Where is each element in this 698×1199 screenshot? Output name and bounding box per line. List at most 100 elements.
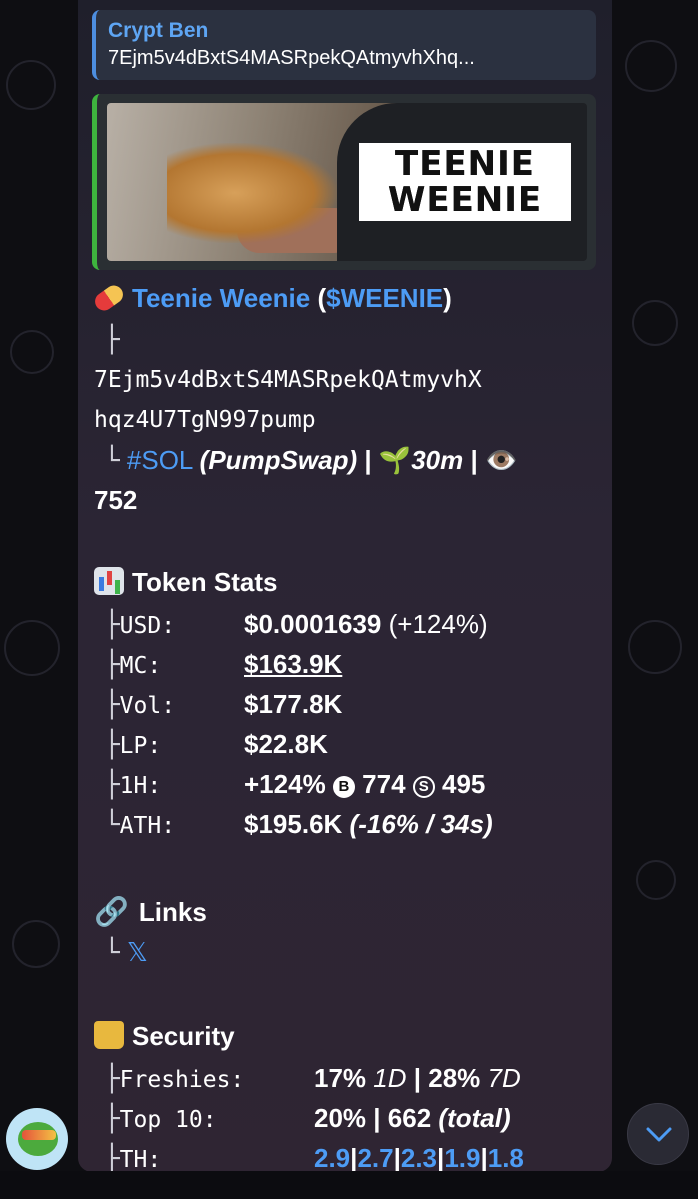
stat-value-usd: $0.0001639 (+124%) [244, 608, 488, 640]
chain-hashtag[interactable]: #SOL [127, 445, 193, 475]
token-stats-label: Token Stats [132, 567, 278, 597]
stat-label: LP: [119, 733, 162, 759]
top10-values: 20% | 662 (total) [314, 1102, 511, 1134]
holder-link[interactable]: 1.8 [488, 1143, 524, 1172]
buys-icon: B [332, 776, 355, 798]
x-link[interactable]: 𝕏 [127, 937, 148, 967]
top10-percent: 20% [314, 1103, 367, 1133]
holder-link[interactable]: 2.3 [401, 1143, 437, 1172]
security-label: Security [132, 1021, 235, 1051]
image-dog [167, 143, 337, 243]
sells-count: 495 [442, 769, 486, 799]
seedling-icon: 🌱 [378, 445, 412, 475]
reply-text: 7Ejm5v4dBxtS4MASRpekQAtmyvhXhq... [108, 47, 475, 69]
ath-stats: $195.6K (-16% / 34s) [244, 808, 493, 840]
holders-total: 662 [387, 1103, 432, 1133]
holder-link[interactable]: 2.9 [314, 1143, 350, 1172]
market-cap-link[interactable]: $163.9K [244, 648, 342, 680]
tree-branch: ├ [104, 325, 120, 355]
image-caption: TEENIE WEENIE [359, 143, 571, 221]
separator: | [357, 445, 379, 475]
security-row-th: ├TH: [104, 1142, 161, 1172]
stats-row-lp: ├LP: [104, 728, 161, 762]
scroll-to-bottom-button[interactable] [627, 1103, 689, 1165]
stat-label: USD: [119, 613, 176, 639]
separator: | [480, 1143, 488, 1172]
token-address-line1[interactable]: 7Ejm5v4dBxtS4MASRpekQAtmyvhX [94, 364, 482, 396]
volume-value: $177.8K [244, 689, 343, 719]
tree-branch: ├ [104, 690, 120, 720]
stat-label: Vol: [119, 693, 176, 719]
top-holders-values: 2.9|2.7|2.3|1.9|1.8 [314, 1142, 524, 1172]
usd-change: (+124%) [381, 609, 488, 639]
stats-row-usd: ├USD: [104, 608, 175, 642]
links-row: └ 𝕏 [104, 936, 148, 969]
stat-label: MC: [119, 653, 162, 679]
separator: | [393, 1143, 401, 1172]
avatar-glasses [22, 1130, 56, 1140]
bar-chart-icon [94, 567, 124, 595]
stat-label: 1H: [119, 773, 162, 799]
buys-count: 774 [362, 769, 406, 799]
links-label: Links [138, 897, 207, 927]
liquidity-value: $22.8K [244, 729, 328, 759]
sells-icon: S [412, 776, 435, 798]
separator: | [463, 445, 485, 475]
tree-branch: ├ [104, 1064, 120, 1094]
tree-branch: └ [104, 810, 120, 840]
stats-row-vol: ├Vol: [104, 688, 175, 722]
chevron-down-icon [646, 1127, 672, 1142]
holder-link[interactable]: 2.7 [357, 1143, 393, 1172]
stats-row-ath: └ATH: [104, 808, 175, 842]
bottom-edge [0, 1171, 698, 1199]
stats-row-mc: ├MC: [104, 648, 161, 682]
sender-avatar[interactable] [6, 1108, 68, 1170]
freshies-1d-label: 1D [373, 1063, 407, 1093]
tree-branch: ├ [104, 610, 120, 640]
lock-icon [94, 1021, 124, 1049]
views-count: 752 [94, 485, 138, 515]
token-ticker-link[interactable]: $WEENIE [326, 283, 443, 313]
token-meta-line: └ #SOL (PumpSwap) | 🌱30m | 👁️ [104, 444, 517, 477]
reply-sender-name: Crypt Ben [108, 19, 209, 42]
separator: | [366, 1103, 388, 1133]
image-caption-line2: WEENIE [387, 180, 543, 220]
token-name-link[interactable]: Teenie Weenie [132, 283, 310, 313]
freshies-7d-label: 7D [487, 1063, 521, 1093]
image-caption-line1: TEENIE [395, 144, 535, 184]
token-header: Teenie Weenie ($WEENIE) [91, 282, 452, 314]
separator: | [406, 1063, 429, 1093]
usd-price: $0.0001639 [244, 609, 382, 639]
dex-name: (PumpSwap) [199, 445, 358, 475]
security-row-freshies: ├Freshies: [104, 1062, 244, 1096]
ath-value: $195.6K [244, 809, 343, 839]
freshies-7d: 28% [428, 1063, 481, 1093]
reply-quote[interactable]: Crypt Ben 7Ejm5v4dBxtS4MASRpekQAtmyvhXhq… [92, 10, 596, 80]
preview-image[interactable]: TEENIE WEENIE [107, 103, 587, 261]
stat-label: ATH: [119, 813, 176, 839]
tree-branch: ├ [104, 1144, 120, 1172]
holder-link[interactable]: 1.9 [444, 1143, 480, 1172]
tree-branch: ├ [104, 770, 120, 800]
stats-row-1h: ├1H: [104, 768, 161, 802]
token-address-line2[interactable]: hqz4U7TgN997pump [94, 404, 316, 436]
security-row-top10: ├Top 10: [104, 1102, 217, 1136]
links-title: 🔗 Links [94, 896, 207, 928]
message-bubble: Crypt Ben 7Ejm5v4dBxtS4MASRpekQAtmyvhXhq… [78, 0, 612, 1172]
security-title: Security [94, 1020, 235, 1052]
hour-stats: +124% B 774 S 495 [244, 768, 485, 800]
tree-branch: ├ [104, 1104, 120, 1134]
tree-branch: └ [104, 938, 120, 968]
hour-change: +124% [244, 769, 326, 799]
security-label: Freshies: [119, 1067, 245, 1093]
paren-close: ) [443, 283, 452, 313]
security-label: Top 10: [119, 1107, 217, 1133]
link-preview[interactable]: TEENIE WEENIE [92, 94, 596, 270]
tree-branch: └ [104, 446, 120, 476]
holders-total-label: (total) [438, 1103, 511, 1133]
tree-branch: ├ [104, 650, 120, 680]
token-age: 30m [411, 445, 464, 475]
token-stats-title: Token Stats [94, 566, 277, 598]
paren-open: ( [310, 283, 327, 313]
freshies-values: 17% 1D | 28% 7D [314, 1062, 521, 1094]
